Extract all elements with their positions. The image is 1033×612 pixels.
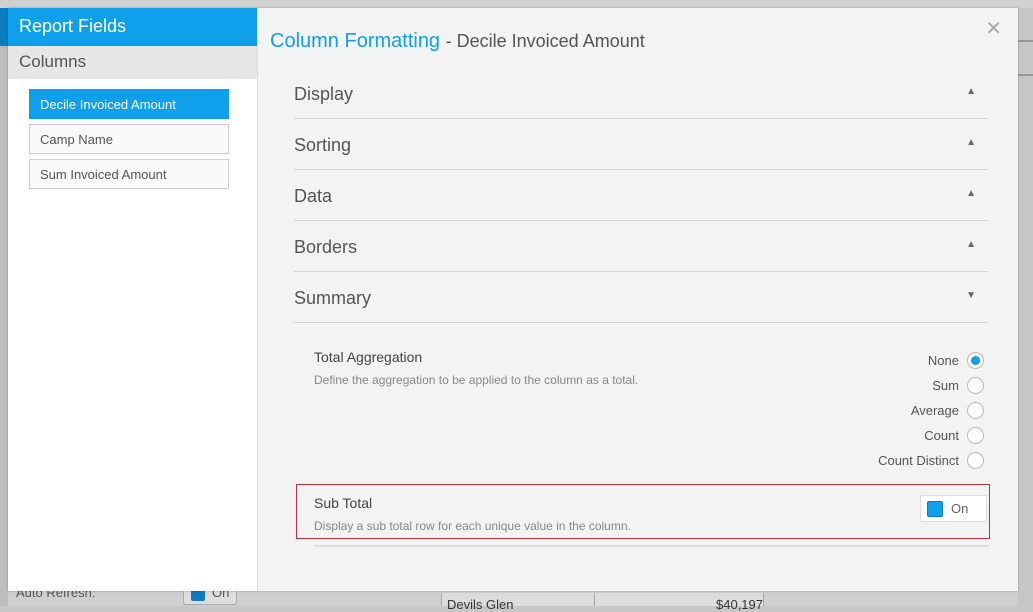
title-text: Column Formatting bbox=[270, 30, 441, 52]
section-label: Display bbox=[294, 84, 354, 104]
close-icon[interactable]: ✕ bbox=[985, 16, 1002, 41]
total-aggregation-description: Define the aggregation to be applied to … bbox=[314, 373, 639, 387]
column-formatting-dialog: Report Fields Columns Decile Invoiced Am… bbox=[8, 8, 1018, 591]
radio-sum[interactable]: Sum bbox=[932, 375, 984, 395]
radio-label: Sum bbox=[932, 377, 959, 393]
sub-total-description: Display a sub total row for each unique … bbox=[314, 519, 631, 533]
section-borders[interactable]: Borders ▲ bbox=[294, 221, 988, 272]
amount-cell: $40,197 bbox=[716, 597, 763, 612]
radio-button[interactable] bbox=[967, 451, 984, 469]
radio-none[interactable]: None bbox=[928, 350, 984, 370]
formatting-panel: Column Formatting - Decile Invoiced Amou… bbox=[259, 8, 1018, 591]
radio-count-distinct[interactable]: Count Distinct bbox=[878, 450, 984, 470]
columns-heading: Columns bbox=[8, 46, 257, 79]
radio-average[interactable]: Average bbox=[911, 400, 984, 420]
toggle-label: On bbox=[951, 501, 969, 516]
report-fields-title: Report Fields bbox=[8, 8, 257, 46]
checkbox-icon bbox=[927, 501, 943, 517]
page-title: Column Formatting - Decile Invoiced Amou… bbox=[270, 30, 645, 53]
chevron-up-icon: ▲ bbox=[966, 137, 976, 148]
radio-button[interactable] bbox=[967, 351, 984, 369]
background-right-strip bbox=[1018, 8, 1033, 606]
background-toolbar bbox=[0, 0, 1033, 8]
total-aggregation-title: Total Aggregation bbox=[314, 349, 423, 365]
camp-name-cell: Devils Glen bbox=[447, 597, 514, 612]
radio-label: Average bbox=[910, 402, 959, 418]
field-sum-invoiced-amount[interactable]: Sum Invoiced Amount bbox=[29, 159, 229, 189]
report-fields-panel: Report Fields Columns Decile Invoiced Am… bbox=[8, 8, 258, 591]
background-left-strip bbox=[0, 8, 8, 606]
sub-total-toggle[interactable]: On bbox=[920, 495, 987, 522]
chevron-down-icon: ▼ bbox=[966, 290, 976, 301]
field-decile-invoiced-amount[interactable]: Decile Invoiced Amount bbox=[29, 89, 229, 119]
radio-label: None bbox=[927, 352, 959, 368]
section-label: Data bbox=[294, 186, 333, 206]
column-name: - Decile Invoiced Amount bbox=[445, 31, 645, 51]
section-data[interactable]: Data ▲ bbox=[294, 170, 988, 221]
sub-total-title: Sub Total bbox=[314, 495, 373, 511]
chevron-up-icon: ▲ bbox=[966, 239, 976, 250]
section-label: Sorting bbox=[294, 135, 352, 155]
section-summary[interactable]: Summary ▼ bbox=[294, 272, 988, 323]
radio-count[interactable]: Count bbox=[924, 425, 984, 445]
section-sorting[interactable]: Sorting ▲ bbox=[294, 119, 988, 170]
chevron-up-icon: ▲ bbox=[966, 188, 976, 199]
section-display[interactable]: Display ▲ bbox=[294, 68, 988, 119]
radio-button[interactable] bbox=[967, 401, 984, 419]
chevron-up-icon: ▲ bbox=[966, 86, 976, 97]
radio-label: Count bbox=[924, 427, 959, 443]
field-camp-name[interactable]: Camp Name bbox=[29, 124, 229, 154]
divider bbox=[314, 545, 989, 547]
radio-button[interactable] bbox=[967, 376, 984, 394]
sub-total-setting: Sub Total Display a sub total row for ea… bbox=[296, 484, 990, 539]
section-label: Summary bbox=[294, 288, 372, 308]
section-label: Borders bbox=[294, 237, 358, 257]
radio-button[interactable] bbox=[967, 426, 984, 444]
radio-label: Count Distinct bbox=[878, 452, 959, 468]
